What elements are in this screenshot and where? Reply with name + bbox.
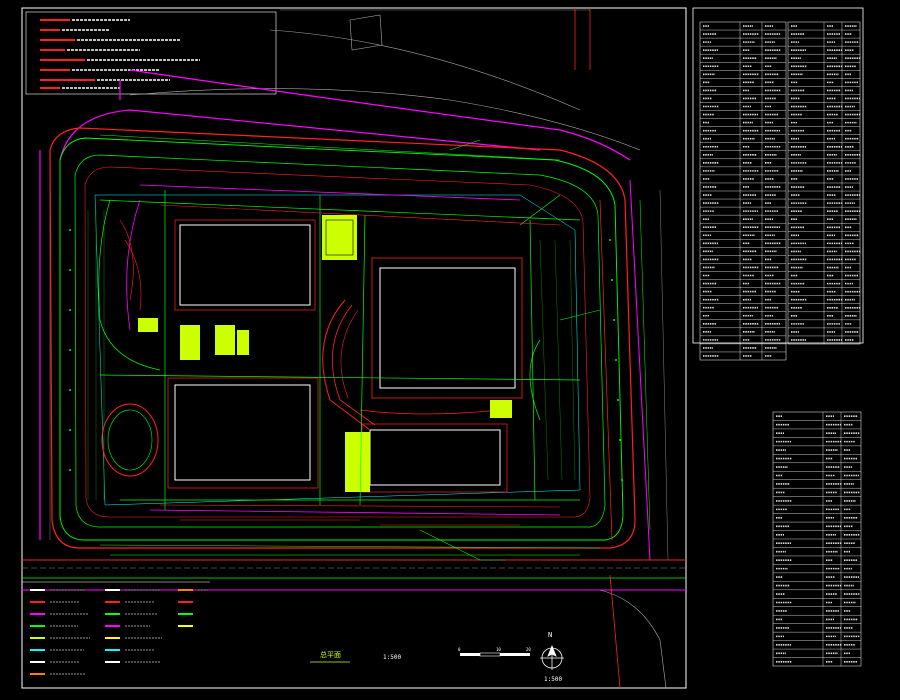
plan-title: 总平面 xyxy=(320,651,341,659)
plan-scale: 1:500 xyxy=(383,654,402,661)
table-quantities-2-rows xyxy=(788,22,861,344)
building-a xyxy=(179,224,311,306)
bar-scale-20: 20 xyxy=(526,647,531,652)
site-plan-drawing xyxy=(0,0,900,700)
north-label: N xyxy=(548,631,553,639)
building-c xyxy=(379,267,516,389)
bottom-scale: 1:500 xyxy=(544,676,563,683)
building-d xyxy=(369,429,501,486)
building-b xyxy=(174,384,311,481)
bar-scale-0: 0 xyxy=(458,647,461,652)
bar-scale-10: 10 xyxy=(496,647,501,652)
